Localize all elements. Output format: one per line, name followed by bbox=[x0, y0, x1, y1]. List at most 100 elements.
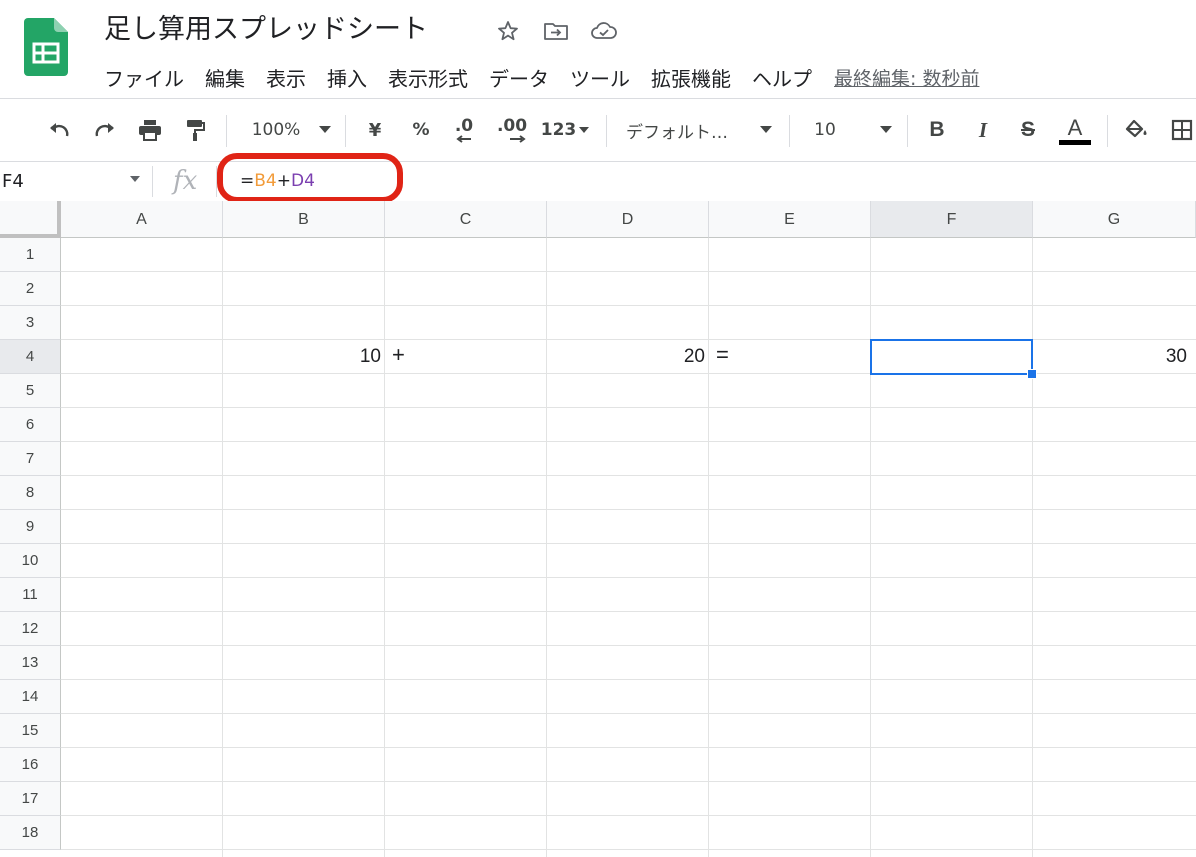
row-header-3[interactable]: 3 bbox=[0, 306, 61, 340]
menu-tools[interactable]: ツール bbox=[561, 63, 642, 92]
font-family-select[interactable]: デフォルト… bbox=[626, 111, 746, 149]
paint-format-icon[interactable] bbox=[180, 111, 210, 149]
row-header-10[interactable]: 10 bbox=[0, 544, 61, 578]
gridline bbox=[61, 713, 1196, 714]
formula-bar-separator bbox=[152, 166, 153, 197]
gridline bbox=[61, 781, 1196, 782]
row-header-15[interactable]: 15 bbox=[0, 714, 61, 748]
menu-data[interactable]: データ bbox=[480, 63, 561, 92]
cell-e4[interactable]: = bbox=[716, 338, 866, 372]
row-header-6[interactable]: 6 bbox=[0, 408, 61, 442]
zoom-chevron-down-icon[interactable] bbox=[314, 111, 336, 149]
toolbar-separator bbox=[789, 115, 790, 147]
fill-handle[interactable] bbox=[1027, 369, 1037, 379]
toolbar: 100% ¥ % .0 .00 123 デフォルト… 10 B I S A bbox=[0, 99, 1196, 161]
fill-color-icon[interactable] bbox=[1122, 111, 1152, 149]
zoom-select[interactable]: 100% bbox=[246, 111, 306, 149]
toolbar-separator bbox=[226, 115, 227, 147]
arrow-left-icon bbox=[456, 135, 471, 143]
gridline bbox=[61, 407, 1196, 408]
menu-file[interactable]: ファイル bbox=[95, 63, 196, 92]
menu-help[interactable]: ヘルプ bbox=[743, 63, 824, 92]
menu-view[interactable]: 表示 bbox=[257, 63, 318, 92]
cell-d4[interactable]: 20 bbox=[547, 340, 705, 374]
column-header-c[interactable]: C bbox=[385, 201, 547, 238]
row-header-2[interactable]: 2 bbox=[0, 272, 61, 306]
column-header-d[interactable]: D bbox=[547, 201, 709, 238]
font-size-select[interactable]: 10 bbox=[810, 111, 840, 149]
gridline bbox=[61, 271, 1196, 272]
row-header-14[interactable]: 14 bbox=[0, 680, 61, 714]
strikethrough-button[interactable]: S bbox=[1014, 111, 1042, 149]
decrease-decimal-button[interactable]: .0 bbox=[448, 111, 480, 149]
text-color-label: A bbox=[1067, 114, 1083, 140]
text-color-button[interactable]: A bbox=[1058, 111, 1092, 149]
toolbar-separator bbox=[606, 115, 607, 147]
menu-extensions[interactable]: 拡張機能 bbox=[642, 63, 743, 92]
menu-edit[interactable]: 編集 bbox=[196, 63, 257, 92]
cell-b4[interactable]: 10 bbox=[223, 340, 381, 374]
cell-area[interactable]: 10 + 20 = 30 bbox=[61, 238, 1196, 857]
column-header-b[interactable]: B bbox=[223, 201, 385, 238]
gridline bbox=[61, 509, 1196, 510]
gridline bbox=[61, 577, 1196, 578]
font-size-chevron-down-icon[interactable] bbox=[876, 111, 896, 149]
gridline bbox=[384, 238, 385, 857]
row-header-12[interactable]: 12 bbox=[0, 612, 61, 646]
star-icon[interactable] bbox=[490, 14, 526, 48]
print-icon[interactable] bbox=[133, 111, 167, 149]
move-to-folder-icon[interactable] bbox=[538, 14, 574, 48]
column-header-e[interactable]: E bbox=[709, 201, 871, 238]
row-header-8[interactable]: 8 bbox=[0, 476, 61, 510]
gridline bbox=[61, 849, 1196, 850]
column-header-f[interactable]: F bbox=[871, 201, 1033, 238]
row-header-18[interactable]: 18 bbox=[0, 816, 61, 850]
select-all-corner[interactable] bbox=[0, 201, 61, 238]
undo-icon[interactable] bbox=[42, 111, 76, 149]
gridline bbox=[61, 645, 1196, 646]
row-header-9[interactable]: 9 bbox=[0, 510, 61, 544]
column-header-g[interactable]: G bbox=[1033, 201, 1196, 238]
cell-selection-outline bbox=[870, 339, 1033, 375]
cell-f4[interactable]: 30 bbox=[1033, 340, 1187, 374]
gridline bbox=[870, 238, 871, 857]
row-header-11[interactable]: 11 bbox=[0, 578, 61, 612]
row-header-7[interactable]: 7 bbox=[0, 442, 61, 476]
row-header-5[interactable]: 5 bbox=[0, 374, 61, 408]
gridline bbox=[61, 747, 1196, 748]
percent-format-button[interactable]: % bbox=[407, 111, 435, 149]
name-box-chevron-down-icon[interactable] bbox=[130, 176, 140, 182]
row-header-16[interactable]: 16 bbox=[0, 748, 61, 782]
borders-icon[interactable] bbox=[1170, 111, 1196, 149]
bold-button[interactable]: B bbox=[924, 111, 950, 149]
toolbar-separator bbox=[345, 115, 346, 147]
row-header-13[interactable]: 13 bbox=[0, 646, 61, 680]
document-title[interactable]: 足し算用スプレッドシート bbox=[104, 10, 428, 50]
currency-format-button[interactable]: ¥ bbox=[362, 111, 388, 149]
increase-decimal-button[interactable]: .00 bbox=[492, 111, 532, 149]
spreadsheet-grid: A B C D E F G 1 2 3 4 5 6 7 8 9 10 11 12… bbox=[0, 201, 1196, 857]
column-header-a[interactable]: A bbox=[61, 201, 223, 238]
font-chevron-down-icon[interactable] bbox=[756, 111, 776, 149]
arrow-right-icon bbox=[510, 135, 526, 143]
more-formats-label: 123 bbox=[540, 120, 577, 140]
last-edit-link[interactable]: 最終編集: 数秒前 bbox=[834, 64, 979, 91]
gridline bbox=[61, 475, 1196, 476]
chevron-down-icon bbox=[579, 127, 590, 133]
menu-format[interactable]: 表示形式 bbox=[379, 63, 480, 92]
google-sheets-logo-icon[interactable] bbox=[24, 18, 68, 76]
row-header-17[interactable]: 17 bbox=[0, 782, 61, 816]
gridline bbox=[222, 238, 223, 857]
row-header-1[interactable]: 1 bbox=[0, 238, 61, 272]
text-color-swatch bbox=[1059, 139, 1091, 145]
more-formats-button[interactable]: 123 bbox=[538, 111, 592, 149]
cell-c4[interactable]: + bbox=[392, 338, 542, 372]
gridline bbox=[61, 679, 1196, 680]
menu-insert[interactable]: 挿入 bbox=[318, 63, 379, 92]
row-header-4[interactable]: 4 bbox=[0, 340, 61, 374]
gridline bbox=[1032, 238, 1033, 857]
cloud-saved-icon[interactable] bbox=[586, 14, 622, 48]
increase-decimal-label: .00 bbox=[496, 116, 528, 136]
redo-icon[interactable] bbox=[88, 111, 122, 149]
italic-button[interactable]: I bbox=[970, 111, 996, 149]
